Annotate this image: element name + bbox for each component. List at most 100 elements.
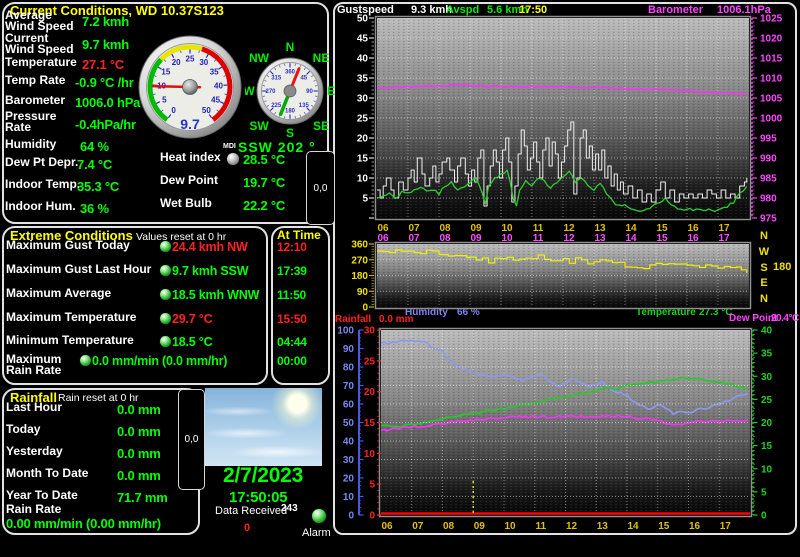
- svg-text:SW: SW: [249, 119, 269, 133]
- svg-text:14: 14: [625, 233, 637, 244]
- svg-text:25: 25: [761, 395, 773, 406]
- svg-text:270: 270: [351, 255, 368, 266]
- svg-text:70: 70: [343, 381, 355, 392]
- rainfall-row-value: 0.0 mm: [117, 424, 161, 439]
- svg-text:980: 980: [760, 194, 777, 205]
- svg-text:N: N: [286, 40, 295, 54]
- svg-text:0: 0: [171, 106, 176, 115]
- mini-graph-box-rain[interactable]: 0,0: [178, 389, 205, 490]
- svg-text:45: 45: [357, 34, 369, 45]
- extreme-row-label: Maximum Gust Today: [6, 238, 130, 252]
- weather-display-app: Current Conditions, WD 10.37S123 Extreme…: [0, 0, 800, 557]
- svg-text:30: 30: [761, 372, 773, 383]
- svg-text:20: 20: [357, 134, 369, 145]
- alarm-led[interactable]: [312, 509, 326, 523]
- svg-text:5: 5: [162, 95, 167, 104]
- svg-text:180: 180: [285, 109, 296, 115]
- wind-direction-compass[interactable]: 360 45 90 135 180 225 270 315 N NE E SE S SW W NW: [245, 40, 335, 138]
- svg-text:09: 09: [470, 233, 482, 244]
- svg-text:995: 995: [760, 134, 777, 145]
- current-row-label: Temp Rate: [5, 73, 66, 87]
- svg-text:15: 15: [161, 68, 170, 77]
- rainfall-row-label: Today: [6, 422, 41, 436]
- svg-text:360: 360: [285, 70, 296, 76]
- svg-text:NW: NW: [249, 51, 270, 65]
- current-row-value: 7.2 kmh: [82, 14, 130, 29]
- rainfall-row-label: Yesterday: [6, 444, 63, 458]
- svg-text:15: 15: [364, 418, 376, 429]
- svg-text:15: 15: [761, 441, 773, 452]
- rainfall-row-value: 71.7 mm: [117, 490, 168, 505]
- extreme-row-label: Minimum Temperature: [6, 333, 134, 347]
- svg-text:45: 45: [300, 75, 307, 81]
- svg-text:35: 35: [210, 68, 219, 77]
- svg-text:10: 10: [357, 174, 369, 185]
- extreme-row-value: 9.7 kmh SSW: [172, 264, 249, 278]
- svg-text:07: 07: [408, 233, 420, 244]
- extreme-row-led: [160, 313, 171, 324]
- mini-graph-box-wind[interactable]: 0,0: [306, 151, 335, 225]
- current-row-label: Pressure Rate: [5, 109, 57, 134]
- svg-text:90: 90: [357, 287, 369, 298]
- extreme-row-value: 18.5 kmh WNW: [172, 288, 260, 302]
- svg-text:225: 225: [271, 103, 282, 109]
- mini-graph-value: 0,0: [313, 182, 328, 194]
- svg-text:1015: 1015: [760, 54, 783, 65]
- svg-text:90: 90: [306, 89, 313, 95]
- current-row-label: Indoor Temp.: [5, 177, 81, 191]
- svg-text:20: 20: [364, 387, 376, 398]
- direction-axis-label: E: [760, 277, 768, 290]
- data-received-label: Data Received: [215, 505, 288, 517]
- svg-text:09: 09: [474, 521, 486, 532]
- svg-text:1025: 1025: [760, 14, 783, 25]
- rainfall-row-value: 0.0 mm: [117, 446, 161, 461]
- current-right-row-value: 28.5 °C: [243, 152, 286, 167]
- svg-text:NE: NE: [313, 51, 330, 65]
- current-right-row-label: Heat index: [160, 150, 221, 164]
- svg-text:17: 17: [720, 521, 732, 532]
- svg-text:16: 16: [689, 521, 701, 532]
- svg-text:135: 135: [299, 103, 310, 109]
- svg-text:20: 20: [761, 418, 773, 429]
- svg-text:40: 40: [343, 437, 355, 448]
- svg-text:20: 20: [343, 474, 355, 485]
- direction-axis-label: S: [760, 261, 768, 274]
- svg-text:E: E: [327, 84, 335, 98]
- extreme-row-value: 29.7 °C: [172, 312, 213, 326]
- svg-text:100: 100: [337, 326, 354, 337]
- svg-text:990: 990: [760, 154, 777, 165]
- extreme-row-led: [160, 336, 171, 347]
- rainfall-row-label: Year To Date: [6, 488, 78, 502]
- svg-text:50: 50: [343, 418, 355, 429]
- direction-axis-current: 180: [773, 261, 792, 273]
- time-readout: 17:50:05: [229, 489, 288, 506]
- current-right-row-value: 19.7 °C: [243, 175, 286, 190]
- svg-text:08: 08: [439, 233, 451, 244]
- current-right-row-label: Dew Point: [160, 173, 219, 187]
- svg-text:35: 35: [357, 74, 369, 85]
- svg-text:11: 11: [533, 233, 544, 244]
- wind-direction-compass-dial: 360 45 90 135180225 270 315 N NE E SE S SW W NW: [245, 40, 335, 138]
- rain-rate-value: 0.00 mm/min (0.00 mm/hr): [6, 516, 161, 531]
- current-row-value: 1006.0 hPa: [75, 95, 141, 110]
- weather-charts[interactable]: 5101520253035404550975980985990995100010…: [335, 3, 795, 533]
- svg-text:45: 45: [211, 95, 220, 104]
- current-row-label: Indoor Hum.: [5, 199, 76, 213]
- svg-text:20: 20: [172, 58, 181, 67]
- svg-text:90: 90: [343, 344, 355, 355]
- wind-speed-gauge[interactable]: 051015202530354045509.7: [137, 34, 243, 140]
- svg-text:S: S: [286, 126, 294, 138]
- svg-text:15: 15: [656, 233, 668, 244]
- svg-text:5: 5: [761, 487, 767, 498]
- current-row-label: Barometer: [5, 93, 66, 107]
- svg-text:80: 80: [343, 363, 355, 374]
- svg-text:0: 0: [369, 511, 375, 522]
- at-time-value: 17:39: [277, 264, 307, 278]
- current-row-value: 36 %: [80, 201, 109, 216]
- svg-text:17: 17: [718, 233, 730, 244]
- extreme-row-led: [160, 289, 171, 300]
- svg-text:13: 13: [597, 521, 609, 532]
- data-received-value: 243: [281, 503, 298, 514]
- svg-text:40: 40: [357, 54, 369, 65]
- current-right-row-label: Wet Bulb: [160, 196, 212, 210]
